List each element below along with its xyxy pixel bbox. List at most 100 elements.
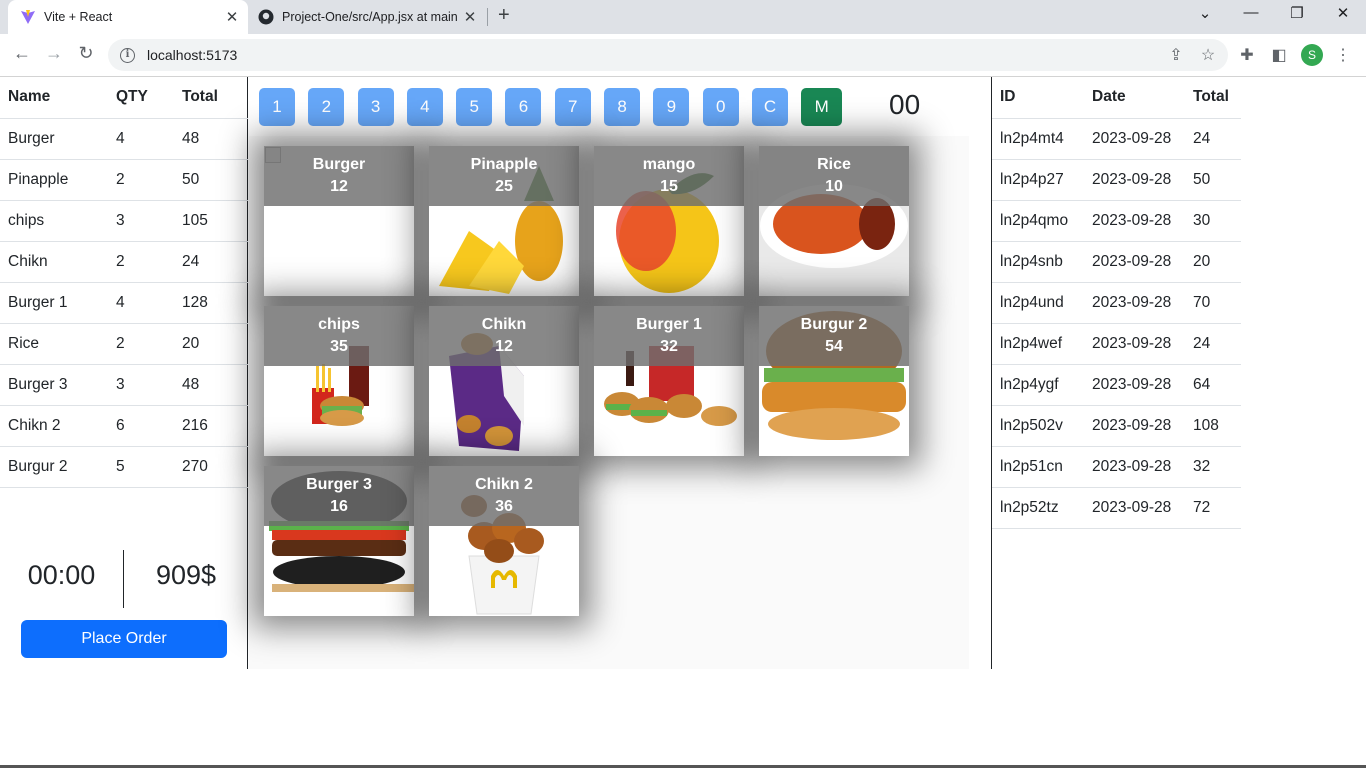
order-cell: 216 [174,405,248,447]
product-name: Burger 1 [636,316,702,333]
extensions-icon[interactable]: ✚ [1237,45,1257,65]
keypad-key-0[interactable]: 0 [702,88,739,126]
order-cell: Pinapple [0,159,108,201]
keypad-key-2[interactable]: 2 [308,88,345,126]
order-table: Name QTY Total Burger 4 48 Pinapple 2 50 chips… [0,77,248,488]
keypad-key-8[interactable]: 8 [604,88,641,126]
product-overlay: chips 35 [264,306,414,366]
table-row: ln2p502v 2023-09-28 108 [992,405,1241,447]
order-cell: 48 [174,364,248,406]
close-icon[interactable]: ✕ [462,8,478,26]
order-cell: 128 [174,282,248,324]
reload-icon[interactable]: ↻ [74,43,98,64]
keypad-key-5[interactable]: 5 [456,88,493,126]
order-cell: 20 [174,323,248,365]
tab-title: Vite + React [44,10,113,24]
product-card[interactable]: Burger 3 16 [264,466,414,616]
history-cell: 20 [1185,241,1241,283]
product-name: Pinapple [470,156,538,173]
keypad-key-1[interactable]: 1 [259,88,295,126]
history-panel: ID Date Total ln2p4mt4 2023-09-28 24 ln2p4p… [991,77,1366,669]
minimize-icon[interactable]: — [1236,4,1266,21]
restore-icon[interactable]: ❐ [1282,4,1312,22]
share-icon[interactable]: ⇪ [1166,45,1186,65]
menu-panel: 1234567890CM 00 Burger 12 Pinapple 25 mango 1… [249,77,991,669]
product-grid: Burger 12 Pinapple 25 mango 15 Rice 10 chips 35 Ch… [249,136,969,669]
history-cell: ln2p4wef [992,323,1084,365]
history-cell: ln2p4qmo [992,200,1084,242]
pos-app: Name QTY Total Burger 4 48 Pinapple 2 50 chips… [0,77,1366,768]
table-row: Burger 3 3 48 [0,364,248,406]
order-cell: 24 [174,241,248,283]
back-icon[interactable]: ← [10,43,34,64]
history-cell: ln2p4ygf [992,364,1084,406]
history-cell: 64 [1185,364,1241,406]
history-cell: 24 [1185,323,1241,365]
order-cell: 2 [108,323,174,365]
order-cell: Rice [0,323,108,365]
chevron-down-icon[interactable]: ⌄ [1190,4,1220,22]
order-time: 00:00 [27,560,96,590]
keypad-key-3[interactable]: 3 [357,88,394,126]
keypad-key-9[interactable]: 9 [653,88,690,126]
product-card[interactable]: mango 15 [594,146,744,296]
product-card[interactable]: Rice 10 [759,146,909,296]
history-cell: ln2p4p27 [992,159,1084,201]
tab-vite-react[interactable]: Vite + React ✕ [8,0,248,34]
col-header-qty: QTY [108,77,174,119]
product-price: 10 [825,178,843,195]
table-row: Chikn 2 24 [0,241,248,283]
kebab-menu-icon[interactable]: ⋮ [1333,45,1353,65]
history-cell: ln2p4mt4 [992,118,1084,160]
keypad-key-m[interactable]: M [801,88,843,126]
col-header-name: Name [0,77,108,119]
product-card[interactable]: Burger 1 32 [594,306,744,456]
order-cell: 6 [108,405,174,447]
keypad-key-4[interactable]: 4 [406,88,443,126]
keypad-key-c[interactable]: C [751,88,788,126]
address-bar[interactable]: i localhost:5173 [108,39,1228,71]
product-card[interactable]: Burgur 2 54 [759,306,909,456]
product-card[interactable]: chips 35 [264,306,414,456]
table-row: Chikn 2 6 216 [0,405,248,447]
keypad-key-6[interactable]: 6 [505,88,542,126]
tab-separator [487,8,488,26]
tab-github[interactable]: Project-One/src/App.jsx at main ✕ [250,0,486,34]
product-name: Burger [312,156,366,173]
product-overlay: Burger 12 [264,146,414,206]
order-cell: 50 [174,159,248,201]
close-icon[interactable]: ✕ [224,8,240,26]
product-name: Burger 3 [306,476,372,493]
order-cell: 2 [108,241,174,283]
new-tab-icon[interactable]: + [498,4,510,27]
history-cell: 30 [1185,200,1241,242]
product-price: 16 [330,498,348,515]
side-panel-icon[interactable]: ◧ [1269,45,1289,65]
product-overlay: Chikn 12 [429,306,579,366]
order-cell: 4 [108,282,174,324]
forward-icon[interactable]: → [42,43,66,64]
info-icon[interactable]: i [120,47,135,63]
product-overlay: Burger 1 32 [594,306,744,366]
history-table: ID Date Total ln2p4mt4 2023-09-28 24 ln2p4p… [992,77,1241,529]
product-card[interactable]: Chikn 12 [429,306,579,456]
url-text: localhost:5173 [147,47,238,63]
keypad-key-7[interactable]: 7 [554,88,591,126]
browser-toolbar: ← → ↻ i localhost:5173 ⇪ ☆ ✚ ◧ S ⋮ [0,34,1366,77]
product-card[interactable]: Pinapple 25 [429,146,579,296]
place-order-button[interactable]: Place Order [21,620,227,658]
table-row: ln2p4wef 2023-09-28 24 [992,323,1241,365]
history-cell: 72 [1185,487,1241,529]
order-cell: 3 [108,200,174,242]
product-card[interactable]: Chikn 2 36 [429,466,579,616]
order-cell: 270 [174,446,248,488]
close-window-icon[interactable]: ✕ [1328,4,1358,22]
product-card[interactable]: Burger 12 [264,146,414,296]
avatar[interactable]: S [1301,44,1323,66]
product-name: Chikn [481,316,527,333]
star-icon[interactable]: ☆ [1198,45,1218,65]
order-cell: Burgur 2 [0,446,108,488]
table-row: ln2p52tz 2023-09-28 72 [992,487,1241,529]
product-price: 35 [330,338,348,355]
table-row: ln2p4und 2023-09-28 70 [992,282,1241,324]
